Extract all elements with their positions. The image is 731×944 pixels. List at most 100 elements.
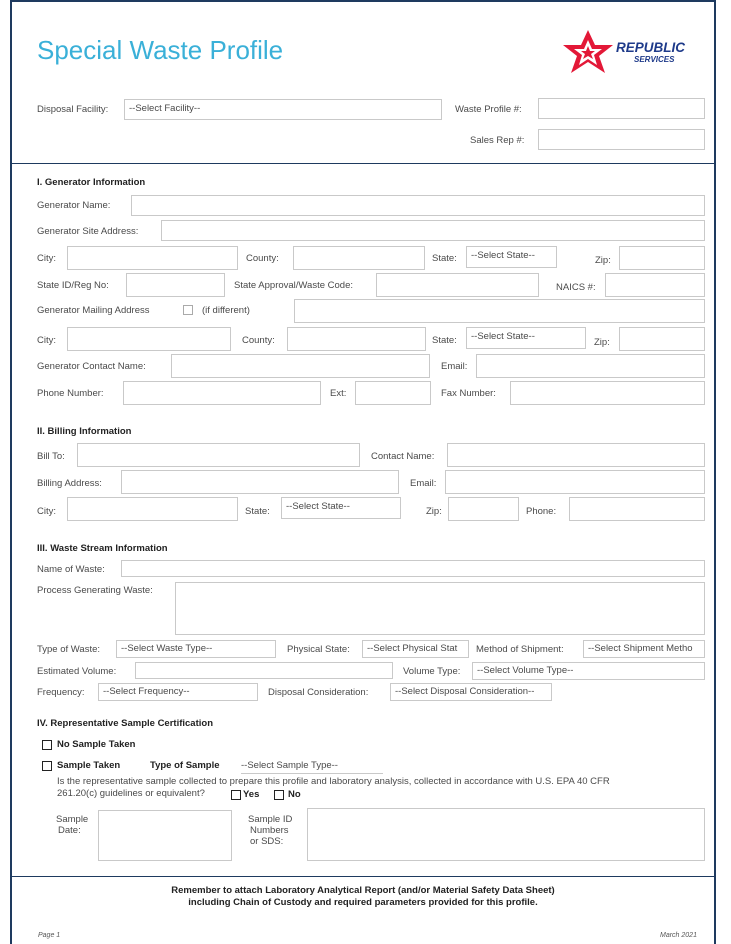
billing-email-field[interactable]: [445, 470, 705, 494]
estimated-volume-label: Estimated Volume:: [37, 666, 117, 677]
yes-checkbox[interactable]: [231, 790, 241, 800]
naics-field[interactable]: [605, 273, 705, 297]
epa-question-line1: Is the representative sample collected t…: [57, 776, 610, 787]
state2-select[interactable]: --Select State--: [466, 327, 586, 349]
shipment-select[interactable]: --Select Shipment Metho: [583, 640, 705, 658]
county-field[interactable]: [293, 246, 425, 270]
email-field[interactable]: [476, 354, 705, 378]
reminder-line-2: including Chain of Custody and required …: [188, 897, 538, 908]
site-address-field[interactable]: [161, 220, 705, 241]
mailing-address-label: Generator Mailing Address: [37, 305, 150, 316]
volume-type-label: Volume Type:: [403, 666, 461, 677]
city2-field[interactable]: [67, 327, 231, 351]
generator-heading: I. Generator Information: [37, 177, 146, 188]
waste-stream-heading: III. Waste Stream Information: [37, 543, 168, 554]
state-id-field[interactable]: [126, 273, 225, 297]
waste-profile-field[interactable]: [538, 98, 705, 119]
zip-label: Zip:: [595, 255, 611, 266]
billing-heading: II. Billing Information: [37, 426, 132, 437]
site-address-label: Generator Site Address:: [37, 226, 139, 237]
billing-email-label: Email:: [410, 478, 437, 489]
sample-date-label-1: Sample: [56, 814, 89, 825]
zip2-label: Zip:: [594, 337, 610, 348]
logo-text-republic: REPUBLIC: [616, 40, 686, 55]
generator-name-field[interactable]: [131, 195, 705, 216]
disposal-consideration-label: Disposal Consideration:: [268, 687, 369, 698]
billing-contact-field[interactable]: [447, 443, 705, 467]
process-field[interactable]: [175, 582, 705, 635]
billing-zip-field[interactable]: [448, 497, 519, 521]
volume-type-select[interactable]: --Select Volume Type--: [472, 662, 705, 680]
disposal-facility-label: Disposal Facility:: [37, 104, 109, 115]
state-label: State:: [432, 253, 457, 264]
divider-bottom: [10, 876, 716, 877]
shipment-label: Method of Shipment:: [476, 644, 564, 655]
contact-name-label: Generator Contact Name:: [37, 361, 146, 372]
frequency-select[interactable]: --Select Frequency--: [98, 683, 258, 701]
sales-rep-label: Sales Rep #:: [470, 135, 525, 146]
billing-zip-label: Zip:: [426, 506, 442, 517]
phone-label: Phone Number:: [37, 388, 104, 399]
billing-state-label: State:: [245, 506, 270, 517]
billing-phone-field[interactable]: [569, 497, 705, 521]
sample-taken-checkbox[interactable]: [42, 761, 52, 771]
reminder-line-1: Remember to attach Laboratory Analytical…: [171, 885, 555, 896]
estimated-volume-field[interactable]: [135, 662, 393, 679]
generator-name-label: Generator Name:: [37, 200, 111, 211]
page-title: Special Waste Profile: [37, 35, 284, 65]
disposal-facility-select[interactable]: --Select Facility--: [124, 99, 442, 120]
city-field[interactable]: [67, 246, 238, 270]
type-of-sample-select[interactable]: --Select Sample Type--: [241, 760, 383, 774]
county2-field[interactable]: [287, 327, 426, 351]
billing-state-select[interactable]: --Select State--: [281, 497, 401, 519]
city2-label: City:: [37, 335, 56, 346]
state-approval-field[interactable]: [376, 273, 539, 297]
no-label: No: [288, 789, 301, 800]
phone-field[interactable]: [123, 381, 321, 405]
ext-label: Ext:: [330, 388, 347, 399]
bill-to-label: Bill To:: [37, 451, 65, 462]
sample-date-label-2: Date:: [58, 825, 81, 836]
sales-rep-field[interactable]: [538, 129, 705, 150]
page-number: Page 1: [38, 932, 61, 939]
state-approval-label: State Approval/Waste Code:: [234, 280, 353, 291]
mailing-address-field[interactable]: [294, 299, 705, 323]
county-label: County:: [246, 253, 279, 264]
billing-city-label: City:: [37, 506, 56, 517]
divider-top: [10, 163, 716, 164]
waste-profile-label: Waste Profile #:: [455, 104, 522, 115]
sample-heading: IV. Representative Sample Certification: [37, 718, 213, 729]
state2-label: State:: [432, 335, 457, 346]
contact-name-field[interactable]: [171, 354, 430, 378]
disposal-consideration-select[interactable]: --Select Disposal Consideration--: [390, 683, 552, 701]
email-label: Email:: [441, 361, 468, 372]
sample-id-field[interactable]: [307, 808, 705, 861]
name-of-waste-label: Name of Waste:: [37, 564, 105, 575]
fax-label: Fax Number:: [441, 388, 496, 399]
star-logo-icon: [563, 30, 613, 73]
fax-field[interactable]: [510, 381, 705, 405]
bill-to-field[interactable]: [77, 443, 360, 467]
no-sample-checkbox[interactable]: [42, 740, 52, 750]
mailing-different-checkbox[interactable]: [183, 305, 193, 315]
zip2-field[interactable]: [619, 327, 705, 351]
name-of-waste-field[interactable]: [121, 560, 705, 577]
type-of-waste-label: Type of Waste:: [37, 644, 101, 655]
revision-date: March 2021: [660, 932, 697, 939]
sample-date-field[interactable]: [98, 810, 232, 861]
city-label: City:: [37, 253, 56, 264]
billing-address-field[interactable]: [121, 470, 399, 494]
billing-phone-label: Phone:: [526, 506, 557, 517]
billing-address-label: Billing Address:: [37, 478, 102, 489]
sample-id-label-2: Numbers: [250, 825, 289, 836]
republic-services-logo: REPUBLIC SERVICES: [557, 28, 707, 76]
naics-label: NAICS #:: [556, 282, 596, 293]
no-checkbox[interactable]: [274, 790, 284, 800]
ext-field[interactable]: [355, 381, 431, 405]
type-of-waste-select[interactable]: --Select Waste Type--: [116, 640, 276, 658]
zip-field[interactable]: [619, 246, 705, 270]
sample-id-label-1: Sample ID: [248, 814, 293, 825]
state-select[interactable]: --Select State--: [466, 246, 557, 268]
physical-state-select[interactable]: --Select Physical Stat: [362, 640, 469, 658]
billing-city-field[interactable]: [67, 497, 238, 521]
